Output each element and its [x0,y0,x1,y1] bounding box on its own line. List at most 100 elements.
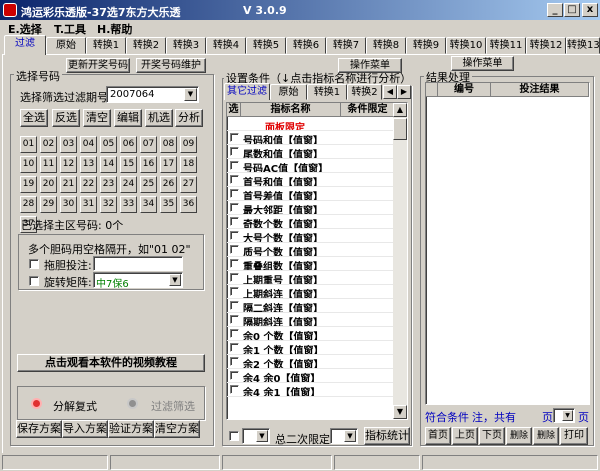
update-draw-button[interactable]: 更新开奖号码 [66,58,130,73]
condition-checkbox[interactable] [230,385,239,394]
condition-name[interactable]: 号码和值【值窗】 [243,132,323,144]
number-button[interactable]: 02 [40,136,57,153]
second-limit-select-a[interactable]: ▼ [242,428,270,444]
tab-conv9[interactable]: 转换9 [406,37,446,54]
condition-name[interactable]: 首号差值【值窗】 [243,188,323,200]
condition-checkbox[interactable] [230,357,239,366]
number-button[interactable]: 26 [160,176,177,193]
condition-name[interactable]: 最大邻距【值窗】 [243,202,323,214]
condition-row[interactable]: 上期斜连【值窗】 [227,286,395,299]
number-button[interactable]: 04 [80,136,97,153]
prev-page-button[interactable]: 上页 [452,427,478,445]
number-button[interactable]: 24 [120,176,137,193]
invert-select-button[interactable]: 反选 [52,109,80,127]
chevron-down-icon[interactable]: ▼ [184,88,197,101]
number-button[interactable]: 32 [100,196,117,213]
condition-name[interactable]: 余1 个数【值窗】 [243,342,323,354]
next-page-button[interactable]: 下页 [479,427,505,445]
tab-conv12[interactable]: 转换12 [526,37,566,54]
condition-row[interactable]: 大号个数【值窗】 [227,230,395,243]
condition-name[interactable]: 号码AC值【值窗】 [243,160,328,172]
number-button[interactable]: 36 [180,196,197,213]
tab-conv8[interactable]: 转换8 [366,37,406,54]
condition-row[interactable]: 最大邻距【值窗】 [227,202,395,215]
import-plan-button[interactable]: 导入方案 [62,420,108,438]
col-select-header[interactable]: 选 [227,103,241,117]
condition-name[interactable]: 隔期斜连【值窗】 [243,314,323,326]
condition-name[interactable]: 上期重号【值窗】 [243,272,323,284]
condition-checkbox[interactable] [230,189,239,198]
scroll-down-icon[interactable]: ▼ [393,405,407,419]
split-icon[interactable] [31,398,42,409]
delete-button-a[interactable]: 删除 [506,427,532,445]
condition-name[interactable]: 尾数和值【值窗】 [243,146,323,158]
number-button[interactable]: 35 [160,196,177,213]
tab-cond-raw[interactable]: 原始 [270,84,307,100]
tab-conv10[interactable]: 转换10 [446,37,486,54]
tab-cond-conv1[interactable]: 转换1 [307,84,347,100]
condition-checkbox[interactable] [230,273,239,282]
condition-name[interactable]: 奇数个数【值窗】 [243,216,323,228]
tab-conv7[interactable]: 转换7 [326,37,366,54]
video-tutorial-button[interactable]: 点击观看本软件的视频教程 [17,354,205,372]
number-button[interactable]: 34 [140,196,157,213]
number-button[interactable]: 30 [60,196,77,213]
tab-conv6[interactable]: 转换6 [286,37,326,54]
indicator-stats-button[interactable]: 指标统计 [364,427,410,445]
number-button[interactable]: 15 [120,156,137,173]
number-button[interactable]: 17 [160,156,177,173]
number-button[interactable]: 22 [80,176,97,193]
condition-menu-button[interactable]: 操作菜单 [338,58,402,73]
col-name-header[interactable]: 指标名称 [241,103,341,117]
chevron-down-icon[interactable]: ▼ [169,274,181,286]
tab-conv5[interactable]: 转换5 [246,37,286,54]
filter-icon[interactable] [127,398,138,409]
tab-conv1[interactable]: 转换1 [86,37,126,54]
number-button[interactable]: 09 [180,136,197,153]
number-button[interactable]: 13 [80,156,97,173]
tab-conv3[interactable]: 转换3 [166,37,206,54]
chevron-down-icon[interactable]: ▼ [562,410,573,421]
condition-row[interactable]: 首号差值【值窗】 [227,188,395,201]
condition-name[interactable]: 大号个数【值窗】 [243,230,323,242]
save-plan-button[interactable]: 保存方案 [16,420,62,438]
first-page-button[interactable]: 首页 [425,427,451,445]
col-result-header[interactable]: 投注结果 [491,83,589,97]
number-button[interactable]: 12 [60,156,77,173]
chevron-down-icon[interactable]: ▼ [344,430,356,442]
condition-checkbox[interactable] [230,301,239,310]
dan-checkbox[interactable] [29,259,39,269]
split-compound-label[interactable]: 分解复式 [53,398,97,414]
condition-row[interactable]: 余2 个数【值窗】 [227,356,395,369]
condition-checkbox[interactable] [230,231,239,240]
number-button[interactable]: 23 [100,176,117,193]
condition-name[interactable]: 余2 个数【值窗】 [243,356,323,368]
page-select[interactable]: ▼ [553,408,575,423]
tab-conv11[interactable]: 转换11 [486,37,526,54]
number-button[interactable]: 10 [20,156,37,173]
condition-row[interactable]: 隔期斜连【值窗】 [227,314,395,327]
result-menu-button[interactable]: 操作菜单 [451,56,514,71]
delete-button-b[interactable]: 删除 [533,427,559,445]
condition-row[interactable]: 余4 余0【值窗】 [227,370,395,383]
condition-row[interactable]: 首号和值【值窗】 [227,174,395,187]
tab-other-filter[interactable]: 其它过滤 [224,83,270,100]
clear-button[interactable]: 清空 [83,109,111,127]
condition-checkbox[interactable] [230,161,239,170]
condition-name[interactable]: 重叠组数【值窗】 [243,258,323,270]
period-select[interactable]: 2007064 ▼ [106,86,199,103]
select-all-button[interactable]: 全选 [20,109,48,127]
condition-checkbox[interactable] [230,329,239,338]
number-button[interactable]: 21 [60,176,77,193]
condition-checkbox[interactable] [230,343,239,352]
condition-checkbox[interactable] [230,245,239,254]
condition-row[interactable]: 质号个数【值窗】 [227,244,395,257]
number-button[interactable]: 20 [40,176,57,193]
condition-checkbox[interactable] [230,175,239,184]
number-button[interactable]: 28 [20,196,37,213]
condition-row[interactable]: 余0 个数【值窗】 [227,328,395,341]
condition-name[interactable]: 隔二斜连【值窗】 [243,300,323,312]
number-button[interactable]: 31 [80,196,97,213]
minimize-button[interactable]: _ [547,3,563,17]
tab-cond-conv2[interactable]: 转换2 [347,84,382,100]
